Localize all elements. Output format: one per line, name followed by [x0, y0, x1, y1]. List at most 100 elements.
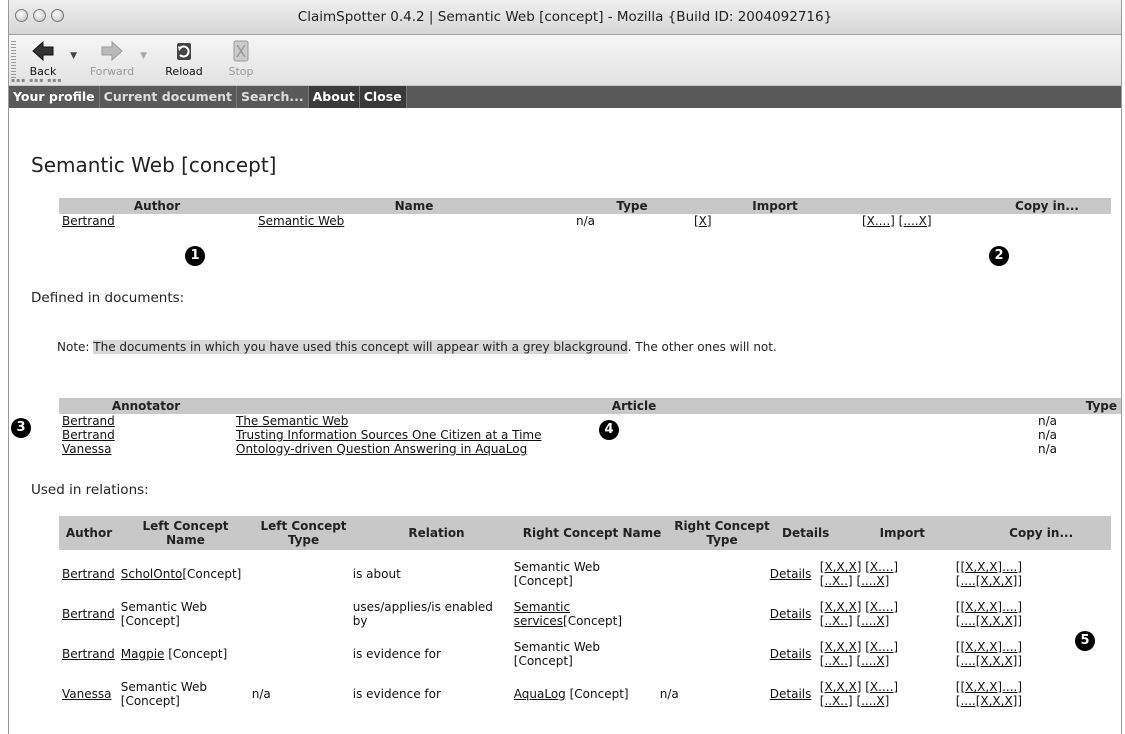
rel-author-link[interactable]: Vanessa — [62, 687, 111, 701]
import-link[interactable]: [X] — [694, 214, 712, 228]
import-link-3[interactable]: [..X..] — [820, 654, 853, 668]
relation-text: is evidence for — [352, 647, 441, 661]
back-button[interactable]: Back ▼ — [23, 39, 77, 78]
annotator-link[interactable]: Bertrand — [62, 414, 115, 428]
copy-in-link-2[interactable]: [....[X,X,X]] — [956, 614, 1022, 628]
details-link[interactable]: Details — [770, 687, 812, 701]
col-annotator: Annotator — [59, 398, 233, 414]
page-title: Semantic Web [concept] — [31, 153, 277, 177]
import-link-1[interactable]: [X,X,X] — [820, 680, 862, 694]
col-relation: Relation — [355, 516, 518, 550]
copy-in-link-1[interactable]: [[X,X,X]....] — [956, 600, 1022, 614]
table-row: Bertrand Trusting Information Sources On… — [59, 428, 1121, 442]
nav-current-document[interactable]: Current document — [100, 86, 237, 108]
copy-in-link-1[interactable]: [X....] — [862, 214, 895, 228]
col-rel-import: Import — [833, 516, 972, 550]
left-concept-link[interactable]: Magpie — [121, 647, 165, 661]
right-concept-type — [657, 554, 767, 594]
relation-text: is about — [352, 567, 401, 581]
left-concept-text: [Concept] — [164, 647, 228, 661]
left-concept-link[interactable]: ScholOnto — [121, 567, 183, 581]
import-link-2[interactable]: [X....] — [865, 600, 898, 614]
doc-type: n/a — [1038, 442, 1058, 456]
concept-type: n/a — [576, 214, 596, 228]
nav-close[interactable]: Close — [359, 86, 407, 108]
article-link[interactable]: Trusting Information Sources One Citizen… — [236, 428, 542, 442]
note-highlight: The documents in which you have used thi… — [93, 340, 628, 354]
stop-button[interactable]: Stop — [223, 39, 259, 78]
note-text: Note: The documents in which you have us… — [57, 340, 777, 354]
col-article: Article — [233, 398, 1035, 414]
details-link[interactable]: Details — [770, 647, 812, 661]
reload-label: Reload — [165, 65, 203, 78]
import-link-4[interactable]: [....X] — [856, 614, 889, 628]
app-nav-bar: Your profile Current document Search... … — [9, 86, 1121, 108]
reload-button[interactable]: Reload — [159, 39, 209, 78]
navigation-toolbar: Back ▼ Forward ▼ Reload Stop ▪▪▪ ▪▪▪ ▪▪▪ — [9, 35, 1121, 86]
import-link-1[interactable]: [X,X,X] — [820, 560, 862, 574]
copy-in-link-1[interactable]: [[X,X,X]....] — [956, 680, 1022, 694]
import-link-3[interactable]: [..X..] — [820, 574, 853, 588]
import-link-1[interactable]: [X,X,X] — [820, 600, 862, 614]
stop-label: Stop — [228, 65, 254, 78]
relations-table: Author Left Concept Name Left Concept Ty… — [59, 516, 1111, 550]
forward-history-chevron-icon[interactable]: ▼ — [140, 51, 147, 61]
article-link[interactable]: The Semantic Web — [236, 414, 348, 428]
table-row: Bertrand Magpie [Concept] is evidence for S… — [59, 634, 1111, 674]
callout-4: 4 — [599, 420, 619, 440]
right-concept-type — [657, 634, 767, 674]
rel-author-link[interactable]: Bertrand — [62, 567, 115, 581]
import-link-2[interactable]: [X....] — [865, 560, 898, 574]
details-link[interactable]: Details — [770, 607, 812, 621]
defined-in-documents-label: Defined in documents: — [31, 290, 185, 306]
documents-table: Annotator Article Type Bertrand The Sema… — [59, 398, 1121, 456]
note-prefix: Note: — [57, 340, 94, 354]
copy-in-link-2[interactable]: [....X] — [899, 214, 932, 228]
table-row: Bertrand The Semantic Web n/a — [59, 414, 1121, 428]
import-link-3[interactable]: [..X..] — [820, 694, 853, 708]
used-in-relations-label: Used in relations: — [31, 482, 149, 498]
copy-in-link-2[interactable]: [....[X,X,X]] — [956, 694, 1022, 708]
import-link-3[interactable]: [..X..] — [820, 614, 853, 628]
import-link-4[interactable]: [....X] — [856, 654, 889, 668]
article-link[interactable]: Ontology-driven Question Answering in Aq… — [236, 442, 527, 456]
left-concept-type — [249, 594, 350, 634]
copy-in-link-2[interactable]: [....[X,X,X]] — [956, 574, 1022, 588]
callout-5: 5 — [1075, 631, 1095, 651]
import-link-4[interactable]: [....X] — [856, 574, 889, 588]
reload-icon — [177, 43, 191, 60]
toolbar-grip[interactable] — [11, 41, 16, 79]
annotator-link[interactable]: Bertrand — [62, 428, 115, 442]
nav-search[interactable]: Search... — [237, 86, 309, 108]
import-link-1[interactable]: [X,X,X] — [820, 640, 862, 654]
right-concept-text: Semantic Web [Concept] — [513, 560, 601, 588]
import-link-4[interactable]: [....X] — [856, 694, 889, 708]
author-link[interactable]: Bertrand — [62, 214, 115, 228]
nav-your-profile[interactable]: Your profile — [9, 86, 100, 108]
copy-in-link-1[interactable]: [[X,X,X]....] — [956, 640, 1022, 654]
copy-in-link-2[interactable]: [....[X,X,X]] — [956, 654, 1022, 668]
col-author: Author — [59, 198, 255, 214]
right-concept-type: n/a — [659, 687, 679, 701]
forward-button[interactable]: Forward ▼ — [83, 39, 147, 78]
details-link[interactable]: Details — [770, 567, 812, 581]
concept-name-link[interactable]: Semantic Web — [258, 214, 344, 228]
back-history-chevron-icon[interactable]: ▼ — [70, 51, 77, 61]
relations-table-body: Bertrand ScholOnto [Concept] is about Semant… — [59, 554, 1111, 714]
right-concept-link[interactable]: AquaLog — [514, 687, 566, 701]
col-rel-copy-in: Copy in... — [971, 516, 1111, 550]
relation-text: uses/applies/is enabled by — [352, 600, 493, 628]
callout-2: 2 — [989, 246, 1009, 266]
right-concept-link[interactable]: Semantic services — [514, 600, 570, 628]
concept-table-header: Author Name Type Import Copy in... — [59, 198, 1111, 214]
left-concept-type — [249, 634, 350, 674]
rel-author-link[interactable]: Bertrand — [62, 607, 115, 621]
annotator-link[interactable]: Vanessa — [62, 442, 111, 456]
copy-in-link-1[interactable]: [[X,X,X]....] — [956, 560, 1022, 574]
browser-window: ClaimSpotter 0.4.2 | Semantic Web [conce… — [8, 0, 1122, 734]
import-link-2[interactable]: [X....] — [865, 680, 898, 694]
rel-author-link[interactable]: Bertrand — [62, 647, 115, 661]
import-link-2[interactable]: [X....] — [865, 640, 898, 654]
toolbar-grip-dots: ▪▪▪ ▪▪▪ ▪▪▪ — [11, 77, 63, 84]
nav-about[interactable]: About — [308, 86, 360, 108]
